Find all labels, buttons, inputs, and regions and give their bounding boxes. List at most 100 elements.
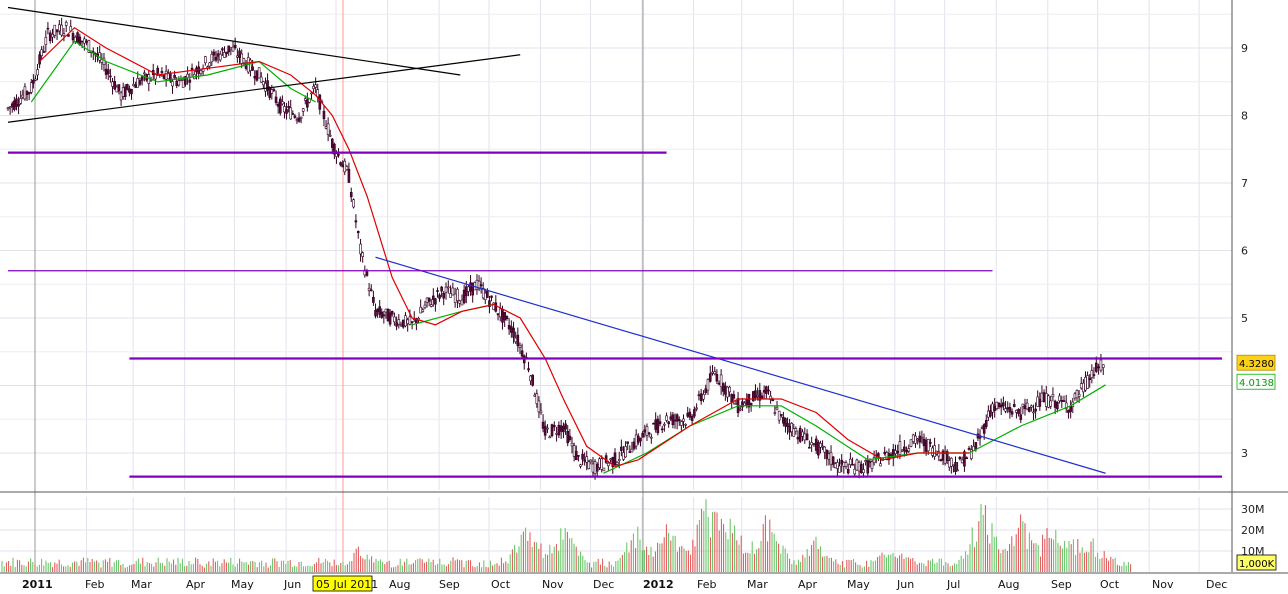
candle-body [767, 389, 770, 392]
candle-body [896, 451, 900, 454]
time-tick-label: Sep [439, 578, 460, 591]
candle-body [548, 436, 552, 439]
candle-body [566, 430, 570, 444]
candle-body [486, 290, 489, 298]
candle-body [456, 288, 459, 301]
candle-body [1067, 409, 1070, 413]
candle-body [630, 448, 634, 453]
candle-body [673, 419, 677, 422]
candle-body [240, 53, 244, 64]
candle-body [266, 80, 269, 91]
candle-body [796, 436, 800, 440]
time-tick-label: Aug [389, 578, 410, 591]
candle-body [238, 50, 241, 58]
candle-body [671, 414, 675, 426]
time-tick-label: Feb [85, 578, 104, 591]
chart-canvas: 3567894.32804.013830M20M10M1,000K2011 Feb… [0, 0, 1288, 594]
candle-body [330, 138, 334, 148]
candle-body [1058, 395, 1061, 402]
volume-unit-label: 1,000K [1239, 559, 1275, 570]
candle-body [181, 79, 185, 88]
candle-body [38, 54, 41, 65]
candle-body [636, 435, 640, 443]
candle-body [991, 403, 994, 413]
candle-body [905, 449, 908, 453]
candle-body [501, 309, 504, 323]
candle-body [498, 308, 502, 318]
candle-body [1017, 408, 1020, 415]
candle-body [236, 55, 239, 58]
candle-body [297, 117, 301, 122]
time-tick-label: Jun [896, 578, 914, 591]
candle-body [821, 445, 824, 448]
candle-body [686, 412, 690, 417]
candle-body [693, 409, 696, 417]
candle-body [345, 166, 349, 170]
candle-body [53, 24, 57, 36]
candle-body [859, 463, 863, 473]
candle-body [328, 134, 332, 137]
candle-body [677, 419, 681, 422]
candle-body [658, 421, 662, 425]
candle-body [838, 465, 841, 473]
candle-body [1036, 396, 1040, 407]
time-tick-label: Apr [798, 578, 818, 591]
candle-body [386, 308, 390, 322]
time-tick-label: 2011 [22, 578, 53, 591]
candle-body [537, 400, 541, 413]
candle-body [650, 436, 653, 439]
candle-body [520, 350, 524, 357]
candle-body [1097, 366, 1100, 369]
candle-body [1023, 405, 1027, 410]
candle-body [690, 415, 694, 421]
candle-body [483, 292, 487, 300]
candle-body [458, 300, 462, 304]
candle-body [272, 89, 276, 91]
candle-body [911, 434, 915, 442]
candle-body [581, 453, 584, 460]
candle-body [829, 452, 833, 465]
candle-body [1027, 407, 1031, 412]
candle-body [451, 287, 455, 296]
candle-body [1101, 364, 1105, 368]
candle-body [1006, 407, 1010, 410]
candle-body [1062, 400, 1066, 402]
candle-body [1019, 414, 1023, 420]
candle-body [85, 40, 88, 43]
price-tick-label: 9 [1241, 42, 1248, 55]
time-tick-label: Oct [491, 578, 511, 591]
candle-body [442, 292, 446, 299]
candle-body [204, 56, 207, 64]
candle-body [233, 44, 237, 49]
candle-body [628, 451, 632, 453]
candle-body [404, 315, 407, 327]
candle-body [974, 442, 978, 450]
candle-body [154, 74, 157, 80]
candle-body [276, 103, 280, 107]
candle-body [680, 421, 683, 426]
candle-body [367, 287, 371, 291]
candle-body [160, 71, 164, 73]
candle-body [436, 290, 439, 292]
candle-body [914, 435, 917, 444]
candle-body [721, 383, 725, 392]
candle-body [564, 423, 567, 430]
candle-body [995, 401, 999, 409]
candle-body [316, 89, 320, 98]
candle-body [851, 463, 854, 466]
candle-body [249, 59, 252, 71]
candle-body [613, 452, 617, 466]
candle-body [889, 454, 893, 456]
stock-chart: 3 5 6 7 8 9 4.3280 4.0138 30M 20M 10M 1,000K 2011 Feb… [0, 0, 1288, 594]
candle-body [609, 458, 612, 461]
candle-body [929, 442, 932, 444]
candle-body [295, 119, 299, 121]
volume-tick-label: 30M [1241, 503, 1265, 516]
candle-body [449, 293, 452, 298]
candle-body [943, 453, 947, 464]
candle-body [632, 441, 636, 449]
candle-body [231, 46, 235, 52]
time-tick-label: 2012 [643, 578, 674, 591]
candle-body [745, 399, 749, 406]
candle-body [117, 84, 121, 92]
